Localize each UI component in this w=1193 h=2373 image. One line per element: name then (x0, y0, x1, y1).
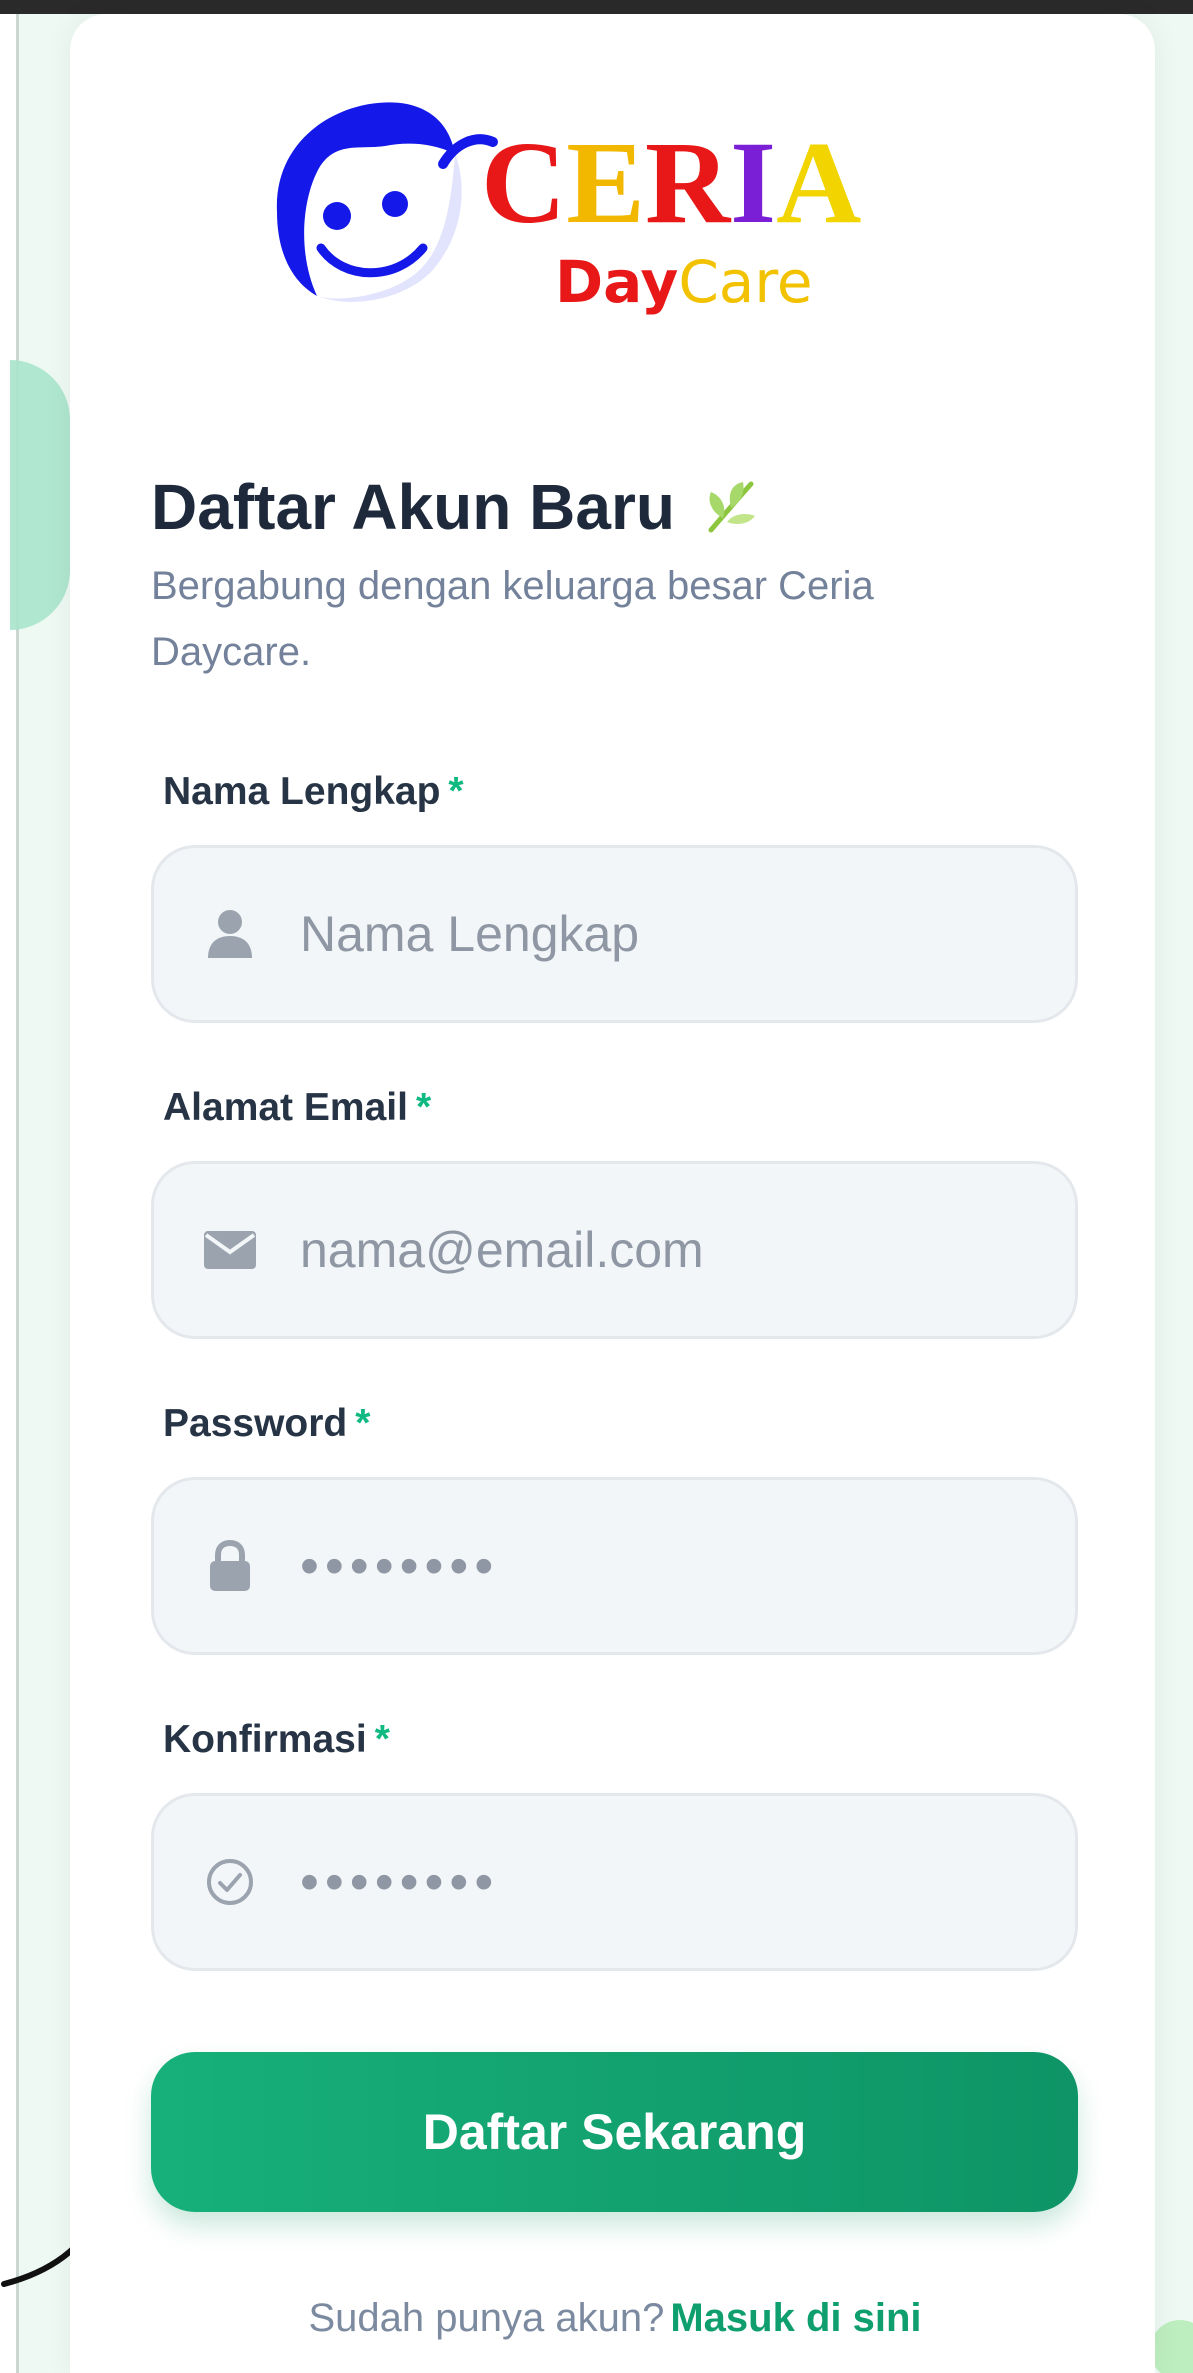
check-circle-icon (202, 1854, 258, 1910)
page-subtitle: Bergabung dengan keluarga besar Ceria Da… (151, 564, 874, 674)
required-mark: * (355, 1402, 371, 1445)
page-title: Daftar Akun Baru (151, 470, 759, 544)
required-mark: * (448, 770, 464, 813)
decorative-blob-left (10, 360, 70, 630)
confirm-label-text: Konfirmasi (163, 1718, 367, 1761)
lock-icon (202, 1538, 258, 1594)
email-label: Alamat Email * (163, 1086, 431, 1130)
name-label: Nama Lengkap * (163, 770, 464, 814)
email-field[interactable] (151, 1161, 1078, 1339)
page-title-text: Daftar Akun Baru (151, 471, 675, 543)
password-label: Password * (163, 1402, 370, 1446)
logo-wordmark: CERIA (481, 117, 861, 248)
sprout-icon (708, 481, 755, 533)
login-prompt-text: Sudah punya akun? (308, 2296, 665, 2340)
required-mark: * (415, 1086, 432, 1129)
ceria-daycare-logo: CERIA DayCare (276, 102, 861, 316)
envelope-icon (202, 1222, 258, 1278)
login-link[interactable]: Masuk di sini (670, 2296, 921, 2340)
password-input[interactable] (300, 1480, 1040, 1652)
smiley-face-icon (276, 102, 498, 302)
email-input[interactable] (300, 1164, 1040, 1336)
password-label-text: Password (163, 1402, 348, 1445)
password-field[interactable] (151, 1477, 1078, 1655)
register-button[interactable]: Daftar Sekarang (151, 2052, 1078, 2212)
login-prompt: Sudah punya akun? Masuk di sini (0, 2296, 1193, 2341)
confirm-label: Konfirmasi * (163, 1718, 390, 1762)
email-label-text: Alamat Email (163, 1086, 408, 1129)
confirm-input[interactable] (300, 1796, 1040, 1968)
name-field[interactable] (151, 845, 1078, 1023)
required-mark: * (374, 1718, 390, 1761)
user-icon (202, 906, 258, 962)
name-label-text: Nama Lengkap (163, 770, 441, 813)
confirm-field[interactable] (151, 1793, 1078, 1971)
name-input[interactable] (300, 848, 1040, 1020)
logo-subtext: DayCare (555, 248, 813, 316)
top-border (0, 0, 1193, 14)
